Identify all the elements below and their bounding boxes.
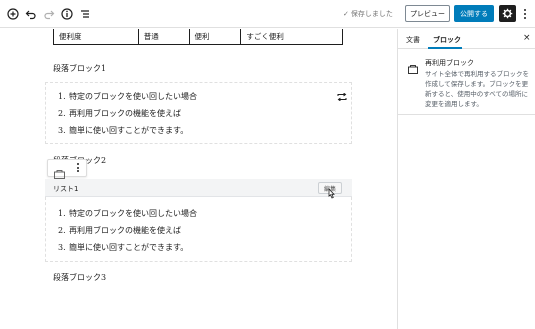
more-vertical-icon[interactable] [77,163,79,172]
table-cell[interactable]: 普通 [139,29,190,44]
reusable-block-header: リスト1 編集 [45,179,352,199]
reusable-block-icon [337,86,347,102]
info-icon[interactable] [60,7,74,21]
table-cell[interactable]: 便利度 [54,29,139,44]
tab-document[interactable]: 文書 [406,35,420,45]
reusable-block-icon [408,59,418,74]
saved-status: ✓ 保存しました [343,10,393,18]
settings-sidebar: 文書 ブロック × 再利用ブロック サイト全体で再利用するブロックを作成して保存… [397,29,535,329]
table-cell[interactable]: 便利 [190,29,242,44]
more-options-button[interactable] [521,6,529,22]
list-block-1[interactable]: 1. 特定のブロックを使い回したい場合 2. 再利用ブロックの機能を使えば 3. 簡単… [58,88,197,139]
sidebar-tabs: 文書 ブロック × [398,29,535,49]
block-card-title: 再利用ブロック [425,59,474,67]
list-block-2[interactable]: 1. 特定のブロックを使い回したい場合 2. 再利用ブロックの機能を使えば 3. 簡単… [58,205,197,256]
list-item: 1. 特定のブロックを使い回したい場合 [58,209,197,218]
mouse-pointer-icon [326,185,336,199]
preview-button[interactable]: プレビュー [405,5,450,22]
publish-button[interactable]: 公開する [454,5,494,22]
editor-canvas: 便利度 普通 便利 すごく便利 段落ブロック1 1. 特定のブロックを使い回したい… [0,29,397,329]
table-cell[interactable]: すごく便利 [241,29,342,44]
list-item: 1. 特定のブロックを使い回したい場合 [58,92,197,101]
add-block-icon[interactable] [6,7,20,21]
paragraph-block-3[interactable]: 段落ブロック3 [53,272,106,283]
check-icon: ✓ [343,10,349,18]
list-item: 3. 簡単に使い回すことができます。 [58,126,189,135]
block-card-description: サイト全体で再利用するブロックを作成して保存します。ブロックを更新すると、使用中… [425,70,529,108]
table-block[interactable]: 便利度 普通 便利 すごく便利 [53,29,343,45]
tab-block[interactable]: ブロック [433,35,461,45]
redo-icon[interactable] [42,7,56,21]
editor-header: ✓ 保存しました プレビュー 公開する [0,0,535,28]
list-item: 2. 再利用ブロックの機能を使えば [58,109,181,118]
list-item: 2. 再利用ブロックの機能を使えば [58,226,181,235]
reusable-block-title: リスト1 [53,185,79,193]
list-item: 3. 簡単に使い回すことができます。 [58,243,189,252]
undo-icon[interactable] [24,7,38,21]
list-view-icon[interactable] [78,7,92,21]
gear-icon [502,4,513,23]
block-card: 再利用ブロック サイト全体で再利用するブロックを作成して保存します。ブロックを更… [398,49,535,115]
close-icon[interactable]: × [523,33,531,43]
settings-button[interactable] [499,5,516,22]
paragraph-block-1[interactable]: 段落ブロック1 [53,63,106,74]
block-toolbar [47,159,87,179]
